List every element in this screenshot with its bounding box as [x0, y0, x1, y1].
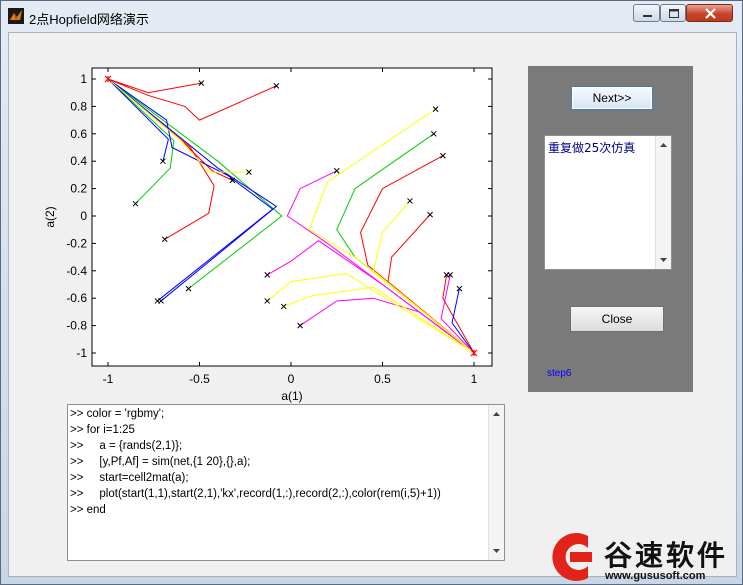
console-line: >> a = {rands(2,1)}; — [70, 440, 183, 452]
y-tick-label: -0.2 — [66, 236, 87, 250]
console-line: >> end — [70, 504, 106, 516]
console-scrollbar[interactable] — [488, 405, 504, 560]
close-button[interactable]: Close — [570, 306, 664, 332]
y-tick-label: 0.6 — [70, 127, 87, 141]
y-tick-label: 1 — [80, 72, 87, 86]
watermark-url: www.gususoft.com — [605, 570, 706, 582]
watermark-text: 谷速软件 — [604, 539, 729, 572]
x-tick-label: 0.5 — [374, 372, 391, 386]
y-tick-label: 0 — [80, 209, 87, 223]
y-axis-label: a(2) — [43, 206, 57, 227]
console-line: >> plot(start(1,1),start(2,1),'kx',recor… — [70, 488, 441, 500]
x-tick-label: -0.5 — [189, 372, 210, 386]
x-tick-label: 1 — [471, 372, 478, 386]
next-button[interactable]: Next>> — [571, 86, 653, 110]
scroll-up-icon[interactable] — [489, 408, 504, 420]
console-line: >> [y,Pf,Af] = sim(net,{1 20},{},a); — [70, 456, 251, 468]
y-tick-label: -0.6 — [66, 291, 87, 305]
y-tick-label: 0.4 — [70, 154, 87, 168]
command-console[interactable]: >> color = 'rgbmy'; >> for i=1:25 >> a = {… — [67, 404, 505, 561]
scroll-up-icon[interactable] — [656, 139, 671, 151]
y-tick-label: -1 — [76, 346, 87, 360]
listbox-item[interactable]: 重复做25次仿真 — [548, 139, 635, 156]
x-tick-label: -1 — [103, 372, 114, 386]
y-tick-label: 0.8 — [70, 99, 87, 113]
y-tick-label: 0.2 — [70, 182, 87, 196]
x-tick-label: 0 — [288, 372, 295, 386]
console-line: >> start=cell2mat(a); — [70, 472, 189, 484]
info-listbox[interactable]: 重复做25次仿真 — [544, 135, 672, 270]
x-axis-label: a(1) — [281, 389, 302, 403]
console-line: >> color = 'rgbmy'; — [70, 408, 165, 420]
y-tick-label: -0.4 — [66, 264, 87, 278]
y-tick-label: -0.8 — [66, 319, 87, 333]
listbox-scrollbar[interactable] — [655, 136, 671, 269]
scroll-down-icon[interactable] — [489, 545, 504, 557]
step-label: step6 — [547, 368, 572, 379]
scroll-down-icon[interactable] — [656, 254, 671, 266]
console-line: >> for i=1:25 — [70, 424, 135, 436]
